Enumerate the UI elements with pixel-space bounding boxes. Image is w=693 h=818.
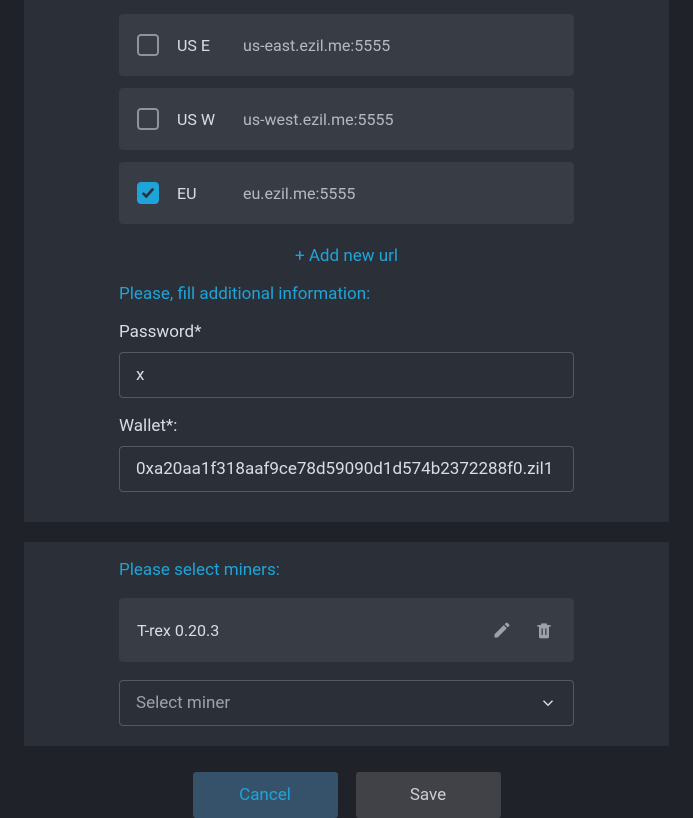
footer-buttons: Cancel Save (0, 772, 693, 818)
region-label: US W (177, 110, 225, 129)
miners-label: Please select miners: (119, 560, 574, 580)
delete-button[interactable] (532, 618, 556, 642)
password-input[interactable] (119, 352, 574, 398)
save-button[interactable]: Save (356, 772, 501, 818)
select-placeholder: Select miner (136, 693, 230, 713)
password-label: Password* (119, 322, 574, 342)
wallet-input[interactable] (119, 446, 574, 492)
add-url-button[interactable]: + Add new url (119, 246, 574, 266)
select-miner-dropdown[interactable]: Select miner (119, 680, 574, 726)
select-miner-wrap: Select miner (119, 680, 574, 726)
trash-icon (534, 620, 554, 640)
cancel-button[interactable]: Cancel (193, 772, 338, 818)
url-card-us-e: US E us-east.ezil.me:5555 (119, 14, 574, 76)
url-text: eu.ezil.me:5555 (243, 184, 355, 203)
url-card-us-w: US W us-west.ezil.me:5555 (119, 88, 574, 150)
miner-card: T-rex 0.20.3 (119, 598, 574, 662)
miner-name: T-rex 0.20.3 (137, 621, 472, 640)
miners-panel: Please select miners: T-rex 0.20.3 Selec… (24, 542, 669, 746)
checkbox-eu[interactable] (137, 182, 159, 204)
url-text: us-west.ezil.me:5555 (243, 110, 394, 129)
region-label: EU (177, 184, 225, 203)
chevron-down-icon (539, 694, 557, 712)
url-card-eu: EU eu.ezil.me:5555 (119, 162, 574, 224)
wallet-label: Wallet*: (119, 416, 574, 436)
pencil-icon (492, 620, 512, 640)
url-text: us-east.ezil.me:5555 (243, 36, 390, 55)
checkbox-us-w[interactable] (137, 108, 159, 130)
region-label: US E (177, 36, 225, 55)
edit-button[interactable] (490, 618, 514, 642)
additional-info-label: Please, fill additional information: (119, 284, 574, 304)
url-panel: US E us-east.ezil.me:5555 US W us-west.e… (24, 0, 669, 522)
checkbox-us-e[interactable] (137, 34, 159, 56)
